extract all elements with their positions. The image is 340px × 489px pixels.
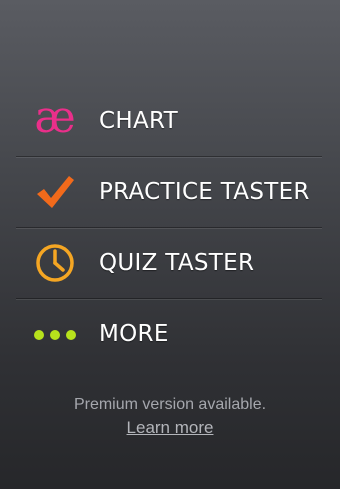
app-screen: æ CHART PRACTICE TASTER QUIZ TASTER MORE… [0, 0, 340, 489]
premium-notice: Premium version available. [73, 396, 267, 413]
menu-item-practice-taster[interactable]: PRACTICE TASTER [16, 156, 322, 227]
main-menu: æ CHART PRACTICE TASTER QUIZ TASTER MORE [16, 86, 322, 369]
learn-more-link[interactable]: Learn more [127, 418, 214, 438]
menu-item-quiz-taster-label: QUIZ TASTER [99, 250, 255, 276]
menu-item-more-label: MORE [99, 321, 169, 347]
practice-icon-container [16, 157, 94, 227]
ae-ligature-icon: æ [34, 92, 76, 143]
quiz-icon-container [16, 228, 94, 298]
menu-item-practice-taster-label: PRACTICE TASTER [99, 179, 310, 205]
footer: Premium version available. Learn more [0, 396, 340, 438]
more-icon-container [16, 299, 94, 369]
menu-item-chart-label: CHART [99, 108, 178, 134]
checkmark-icon [37, 176, 74, 208]
clock-icon [36, 244, 74, 282]
menu-item-quiz-taster[interactable]: QUIZ TASTER [16, 227, 322, 298]
menu-item-more[interactable]: MORE [16, 298, 322, 369]
chart-icon-container: æ [16, 86, 94, 156]
more-dots-icon [34, 330, 76, 340]
menu-item-chart[interactable]: æ CHART [16, 86, 322, 156]
